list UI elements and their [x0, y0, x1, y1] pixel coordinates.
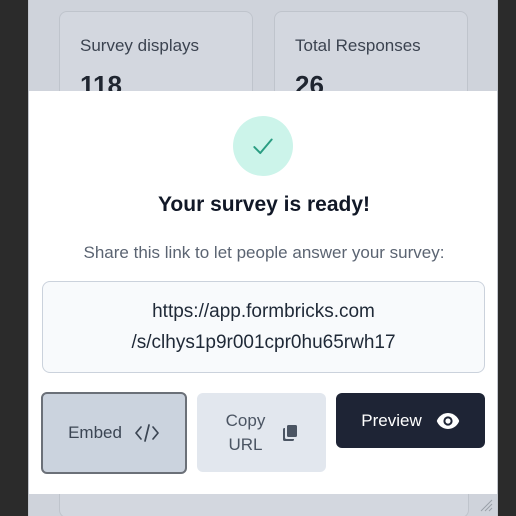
resize-grip-icon[interactable]: [479, 498, 493, 512]
modal-title: Your survey is ready!: [157, 193, 371, 216]
survey-link-line-1: https://app.formbricks.com: [152, 301, 375, 322]
code-icon: [135, 424, 159, 442]
preview-button[interactable]: Preview: [336, 393, 485, 448]
eye-icon: [436, 412, 459, 429]
app-window: Survey displays 118 Total Responses 26 Y…: [28, 0, 498, 516]
survey-link-line-2: /s/clhys1p9r001cpr0hu65rwh17: [131, 332, 396, 353]
copy-url-button-label: Copy URL: [226, 409, 266, 457]
success-badge: [233, 116, 293, 176]
copy-icon: [283, 424, 298, 441]
copy-url-button[interactable]: Copy URL: [197, 393, 326, 472]
stat-label: Survey displays: [80, 36, 200, 55]
share-modal: Your survey is ready! Share this link to…: [29, 91, 497, 494]
check-icon: [253, 138, 273, 155]
embed-button[interactable]: Embed: [41, 392, 187, 474]
embed-button-label: Embed: [68, 423, 122, 442]
preview-button-label: Preview: [361, 410, 422, 430]
modal-subtitle: Share this link to let people answer you…: [83, 243, 445, 262]
copy-url-label-line-1: Copy: [225, 410, 266, 430]
survey-link-box[interactable]: https://app.formbricks.com /s/clhys1p9r0…: [42, 281, 485, 373]
copy-url-label-line-2: URL: [228, 434, 263, 454]
stat-label: Total Responses: [295, 36, 421, 55]
